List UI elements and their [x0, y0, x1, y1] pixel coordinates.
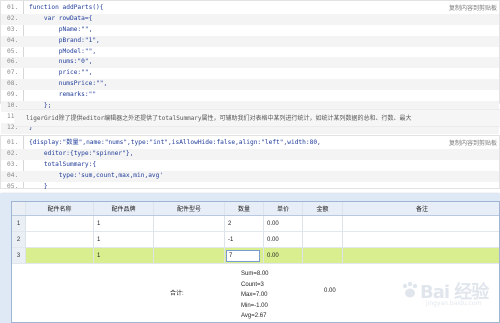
header-brand[interactable]: 配件品牌: [94, 202, 154, 215]
cell-amount[interactable]: [303, 232, 343, 247]
cell-brand[interactable]: 1: [94, 232, 154, 247]
row-number: 3: [12, 248, 26, 263]
row-number: 2: [12, 232, 26, 247]
description-text: ligerGrid除了提供editor编辑器之外还提供了totalSummary…: [14, 109, 500, 127]
grid-header: 配件名称 配件品牌 配件型号 数量 单价 金额 备注: [12, 202, 499, 216]
header-amount[interactable]: 金额: [303, 202, 343, 215]
table-row[interactable]: 2 1 -1 0.00: [12, 232, 499, 248]
cell-model[interactable]: [154, 232, 225, 247]
header-model[interactable]: 配件型号: [154, 202, 225, 215]
cell-qty-editing[interactable]: 7: [225, 248, 264, 263]
code-line: 05. }: [1, 182, 499, 193]
cell-qty[interactable]: 2: [225, 216, 264, 231]
watermark-url: jingyan.baidu.com: [426, 300, 482, 307]
cell-qty[interactable]: -1: [225, 232, 264, 247]
line-number: 05.: [7, 47, 19, 55]
cell-name[interactable]: [26, 248, 94, 263]
line-number: 03.: [7, 25, 19, 33]
line-number: 01.: [7, 139, 19, 146]
line-number: 05.: [7, 182, 19, 190]
code-line: 09. remarks:"": [1, 90, 499, 101]
header-name[interactable]: 配件名称: [26, 202, 94, 215]
line-number: 07.: [7, 69, 19, 77]
code-line: 04. pBrand:"1",: [1, 35, 499, 47]
cell-price[interactable]: 0.00: [264, 216, 303, 231]
row-number: 1: [12, 216, 26, 231]
cell-remarks[interactable]: [343, 232, 500, 247]
code-line: 03. totalSummary:{: [1, 160, 499, 171]
summary-values: Sum=8.00 Count=3 Max=7.00 Min=-1.00 Avg=…: [241, 269, 269, 322]
line-number: 08.: [7, 80, 19, 88]
header-price[interactable]: 单价: [264, 202, 303, 215]
line-number: 04.: [7, 171, 19, 179]
header-remarks[interactable]: 备注: [343, 202, 500, 215]
code-line: 02. var rowData={: [1, 13, 499, 25]
table-row-selected[interactable]: 3 1 7 0.00: [12, 248, 499, 264]
summary-min: Min=-1.00: [241, 302, 268, 309]
code-block-add-parts: 复制内容到剪贴板 01. function addParts(){02. var …: [0, 0, 500, 134]
cell-name[interactable]: [26, 232, 94, 247]
code-text: nums:"0",: [29, 58, 93, 66]
line-number: 06.: [7, 58, 19, 66]
line-number: 02.: [7, 14, 19, 22]
code-text: pBrand:"1",: [29, 36, 100, 44]
code-line: 02. editor:{type:"spinner"},: [1, 148, 499, 160]
code-line: 07. price:"",: [1, 68, 499, 79]
qty-spinner-input[interactable]: 7: [226, 249, 260, 262]
code-text: function addParts(){: [29, 4, 104, 11]
code-line: 03. pName:"",: [1, 25, 499, 36]
summary-count: Count=3: [241, 281, 264, 288]
code-block-total-summary: 复制内容到剪贴板 01. {display:"数量",name:"nums",ty…: [0, 135, 500, 204]
code-line: 04. type:'sum,count,max,min,avg': [1, 170, 499, 182]
line-number: 04.: [7, 36, 19, 44]
code-text: pName:"",: [29, 25, 93, 33]
code-text: }: [29, 182, 48, 190]
cell-model[interactable]: [154, 216, 225, 231]
cell-amount[interactable]: [303, 248, 343, 263]
code-line: 08. numsPrice:"",: [1, 79, 499, 91]
cell-price[interactable]: 0.00: [264, 232, 303, 247]
cell-remarks[interactable]: [343, 248, 500, 263]
cell-brand[interactable]: 1: [94, 216, 154, 231]
code-text: totalSummary:{: [29, 160, 97, 168]
code-text: type:'sum,count,max,min,avg': [29, 171, 164, 179]
line-number: 03.: [7, 160, 19, 168]
summary-max: Max=7.00: [241, 292, 268, 299]
header-rownum: [12, 202, 26, 215]
code-line: 01. {display:"数量",name:"nums",type:"int",…: [1, 138, 499, 149]
code-text: price:"",: [29, 69, 93, 77]
summary-amount-total: 0.00: [324, 288, 336, 294]
code-line: 05. pModel:"",: [1, 47, 499, 58]
code-text: {display:"数量",name:"nums",type:"int",isA…: [29, 139, 321, 146]
baidu-watermark: Bai 经验 jingyan.baidu.com: [398, 276, 498, 312]
cell-brand[interactable]: 1: [94, 248, 154, 263]
code-line: 01. function addParts(){: [1, 3, 499, 14]
code-text: numsPrice:"",: [29, 80, 108, 88]
summary-avg: Avg=2.67: [241, 313, 267, 320]
line-number: 01.: [7, 4, 19, 11]
code-text: pModel:"",: [29, 47, 97, 55]
code-text: editor:{type:"spinner"},: [29, 149, 134, 157]
code-line: 06. nums:"0",: [1, 57, 499, 69]
cell-amount[interactable]: [303, 216, 343, 231]
summary-sum: Sum=8.00: [241, 271, 269, 277]
line-number: 02.: [7, 149, 19, 157]
line-number: 09.: [7, 91, 19, 99]
summary-label: 合计:: [170, 291, 184, 297]
code-text: var rowData={: [29, 14, 93, 22]
code-text: remarks:"": [29, 91, 97, 99]
paw-logo-icon: [402, 281, 418, 298]
cell-price[interactable]: 0.00: [264, 248, 303, 263]
cell-name[interactable]: [26, 216, 94, 231]
cell-model[interactable]: [154, 248, 225, 263]
header-qty[interactable]: 数量: [225, 202, 264, 215]
cell-remarks[interactable]: [343, 216, 500, 231]
table-row[interactable]: 1 1 2 0.00: [12, 216, 499, 232]
